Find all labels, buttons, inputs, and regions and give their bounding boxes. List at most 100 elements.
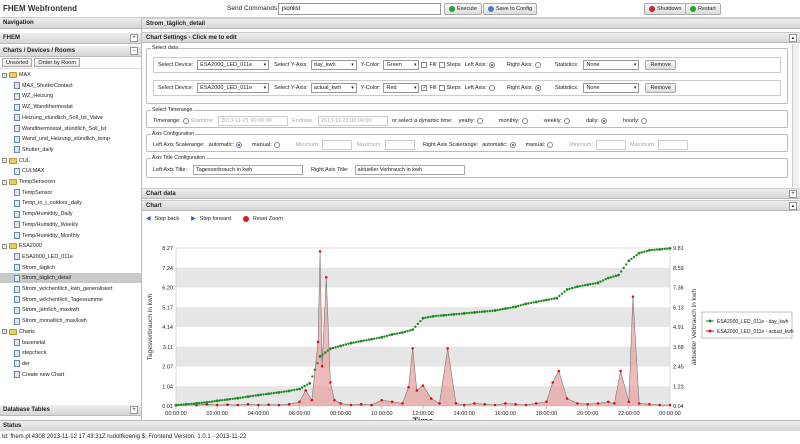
left-axis-radio[interactable] bbox=[488, 62, 495, 68]
chart-data-header[interactable]: Chart data + bbox=[142, 188, 800, 199]
timerange-radio[interactable] bbox=[182, 118, 189, 124]
unsorted-button[interactable]: Unsorted bbox=[2, 58, 33, 67]
left-maximum-input[interactable] bbox=[384, 140, 415, 150]
endtime-input[interactable]: 2013-11-22 00:00:00 bbox=[317, 116, 388, 126]
chart-header[interactable]: Chart ▴ bbox=[142, 200, 800, 211]
order-by-room-button[interactable]: Order by Room bbox=[34, 58, 80, 67]
collapse-icon[interactable]: − bbox=[2, 72, 7, 78]
fill-checkbox[interactable] bbox=[421, 62, 428, 68]
collapse-icon[interactable]: − bbox=[2, 179, 7, 185]
collapse-icon[interactable]: ▴ bbox=[789, 202, 797, 210]
weekly-radio[interactable] bbox=[564, 118, 571, 124]
step-forward-icon[interactable]: ▶ bbox=[191, 215, 196, 222]
right-maximum-input[interactable] bbox=[658, 140, 689, 150]
reset-zoom-icon[interactable] bbox=[242, 215, 249, 222]
tree-item[interactable]: CULMAX bbox=[0, 166, 141, 176]
right-minimum-input[interactable] bbox=[595, 140, 626, 150]
collapse-icon[interactable]: ▴ bbox=[789, 34, 797, 42]
right-axis-radio[interactable] bbox=[534, 62, 541, 68]
collapse-icon[interactable]: − bbox=[2, 329, 7, 335]
tree-item[interactable]: der bbox=[0, 359, 141, 369]
starttime-input[interactable]: 2013-11-21 00:00:00 bbox=[218, 116, 289, 126]
right-title-input[interactable]: aktueller Verbrauch in kwh bbox=[354, 165, 465, 175]
yaxis-select[interactable]: actual_kwh bbox=[310, 83, 357, 93]
tree-item[interactable]: Strom_täglich_detail bbox=[0, 273, 141, 284]
remove-button[interactable]: Remove bbox=[645, 83, 676, 93]
tree-folder[interactable]: − ESA2000 bbox=[0, 241, 141, 251]
tree-item[interactable]: basenetal bbox=[0, 338, 141, 348]
tree-item[interactable]: Create new Chart bbox=[0, 370, 141, 380]
collapse-icon[interactable]: − bbox=[2, 243, 7, 249]
execute-button[interactable]: Execute bbox=[444, 3, 482, 15]
tree-item[interactable]: Shutter_daily bbox=[0, 145, 141, 155]
fhem-header[interactable]: FHEM + bbox=[0, 33, 141, 44]
tree-item[interactable]: Strom_monatlich_max/kwh bbox=[0, 316, 141, 326]
command-input[interactable] bbox=[278, 3, 441, 15]
tree-item[interactable]: Wand_und_Heizung_stündlich_temp bbox=[0, 134, 141, 144]
right-automatic-radio[interactable] bbox=[509, 142, 516, 148]
tree-folder[interactable]: − CUL bbox=[0, 156, 141, 166]
remove-button[interactable]: Remove bbox=[645, 60, 676, 70]
ycolor-select[interactable]: Red bbox=[383, 83, 420, 93]
left-axis-radio[interactable] bbox=[488, 85, 495, 91]
save-config-button[interactable]: Save to Config bbox=[483, 3, 538, 15]
steps-checkbox[interactable] bbox=[438, 62, 445, 68]
status-header[interactable]: Status bbox=[0, 420, 800, 431]
expand-icon[interactable]: + bbox=[130, 34, 138, 42]
monthly-radio[interactable] bbox=[521, 118, 528, 124]
tree-item[interactable]: WZ_Heizung bbox=[0, 91, 141, 101]
left-minimum-input[interactable] bbox=[322, 140, 353, 150]
chart-svg[interactable]: 8.27 7.24 6.20 5.17 4.14 3.11 2.07 1.04 0.01 9.81… bbox=[142, 224, 800, 424]
settings-scrollbar[interactable] bbox=[792, 44, 799, 187]
shutdown-button[interactable]: Shutdown bbox=[644, 3, 687, 15]
tree-folder[interactable]: − TempSensoren bbox=[0, 177, 141, 187]
tree-folder[interactable]: − Charts bbox=[0, 327, 141, 337]
tree-item[interactable]: Temp/Humidity_Daily bbox=[0, 209, 141, 219]
tree-item[interactable]: Heizung_stündlich_Soll_Ist_Valve bbox=[0, 113, 141, 123]
collapse-icon[interactable]: − bbox=[2, 158, 7, 164]
tree-item[interactable]: TempSensor bbox=[0, 188, 141, 198]
restart-button[interactable]: Restart bbox=[685, 3, 721, 15]
tree-item[interactable]: WZ_Wandthermostat bbox=[0, 102, 141, 112]
database-tables-header[interactable]: Database Tables + bbox=[0, 405, 141, 416]
charts-header[interactable]: Charts / Devices / Rooms − bbox=[0, 46, 141, 57]
navigation-header[interactable]: Navigation bbox=[0, 18, 141, 29]
collapse-icon[interactable]: − bbox=[130, 47, 138, 55]
daily-radio[interactable] bbox=[600, 118, 607, 124]
tree-item[interactable]: Temp/Humidity_Weekly bbox=[0, 220, 141, 230]
tree-item[interactable]: stepcheck bbox=[0, 348, 141, 358]
tree-item[interactable]: Temp_in_i_outdoor_daily bbox=[0, 198, 141, 208]
step-back-icon[interactable]: ◀ bbox=[146, 215, 151, 222]
statistics-select[interactable]: None bbox=[583, 83, 640, 93]
reset-zoom-button[interactable]: Reset Zoom bbox=[253, 216, 283, 222]
statistics-select[interactable]: None bbox=[583, 60, 640, 70]
device-select[interactable]: ESA2000_LED_011e bbox=[197, 83, 270, 93]
chart-settings-header[interactable]: Chart Settings - Click me to edit ▴ bbox=[142, 32, 800, 43]
steps-checkbox[interactable] bbox=[438, 85, 445, 91]
right-axis-radio[interactable] bbox=[534, 85, 541, 91]
tree-item[interactable]: MAX_ShutterContact bbox=[0, 81, 141, 91]
tree-item[interactable]: ESA2000_LED_011e bbox=[0, 252, 141, 262]
device-select[interactable]: ESA2000_LED_011e bbox=[197, 60, 270, 70]
step-back-button[interactable]: Step back bbox=[155, 216, 179, 222]
left-automatic-radio[interactable] bbox=[236, 142, 243, 148]
tree-item-label: TempSensoren bbox=[19, 179, 56, 185]
expand-icon[interactable]: + bbox=[130, 406, 138, 414]
yaxis-select[interactable]: day_kwh bbox=[310, 60, 357, 70]
left-title-input[interactable]: Tagesverbrauch in kwh bbox=[192, 165, 303, 175]
tree-item[interactable]: Strom_wöchentlich_Tagessumme bbox=[0, 295, 141, 305]
tree-item[interactable]: Strom_jährlich_maxkwh bbox=[0, 305, 141, 315]
fill-checkbox[interactable]: ✓ bbox=[421, 85, 428, 91]
yearly-radio[interactable] bbox=[476, 118, 483, 124]
tree-item[interactable]: Wandthermostat_stündlich_Soll_Ist bbox=[0, 124, 141, 134]
tree-folder[interactable]: − MAX bbox=[0, 70, 141, 80]
tree-item[interactable]: Temp/Humidity_Monthly bbox=[0, 231, 141, 241]
step-forward-button[interactable]: Step forward bbox=[200, 216, 231, 222]
ycolor-select[interactable]: Green bbox=[383, 60, 420, 70]
tree-item[interactable]: Strom_täglich bbox=[0, 263, 141, 273]
right-manual-radio[interactable] bbox=[547, 142, 554, 148]
expand-icon[interactable]: + bbox=[789, 190, 797, 198]
left-manual-radio[interactable] bbox=[273, 142, 280, 148]
tree-item[interactable]: Strom_wöchentlich_kwh_generalisiert bbox=[0, 284, 141, 294]
hourly-radio[interactable] bbox=[641, 118, 648, 124]
